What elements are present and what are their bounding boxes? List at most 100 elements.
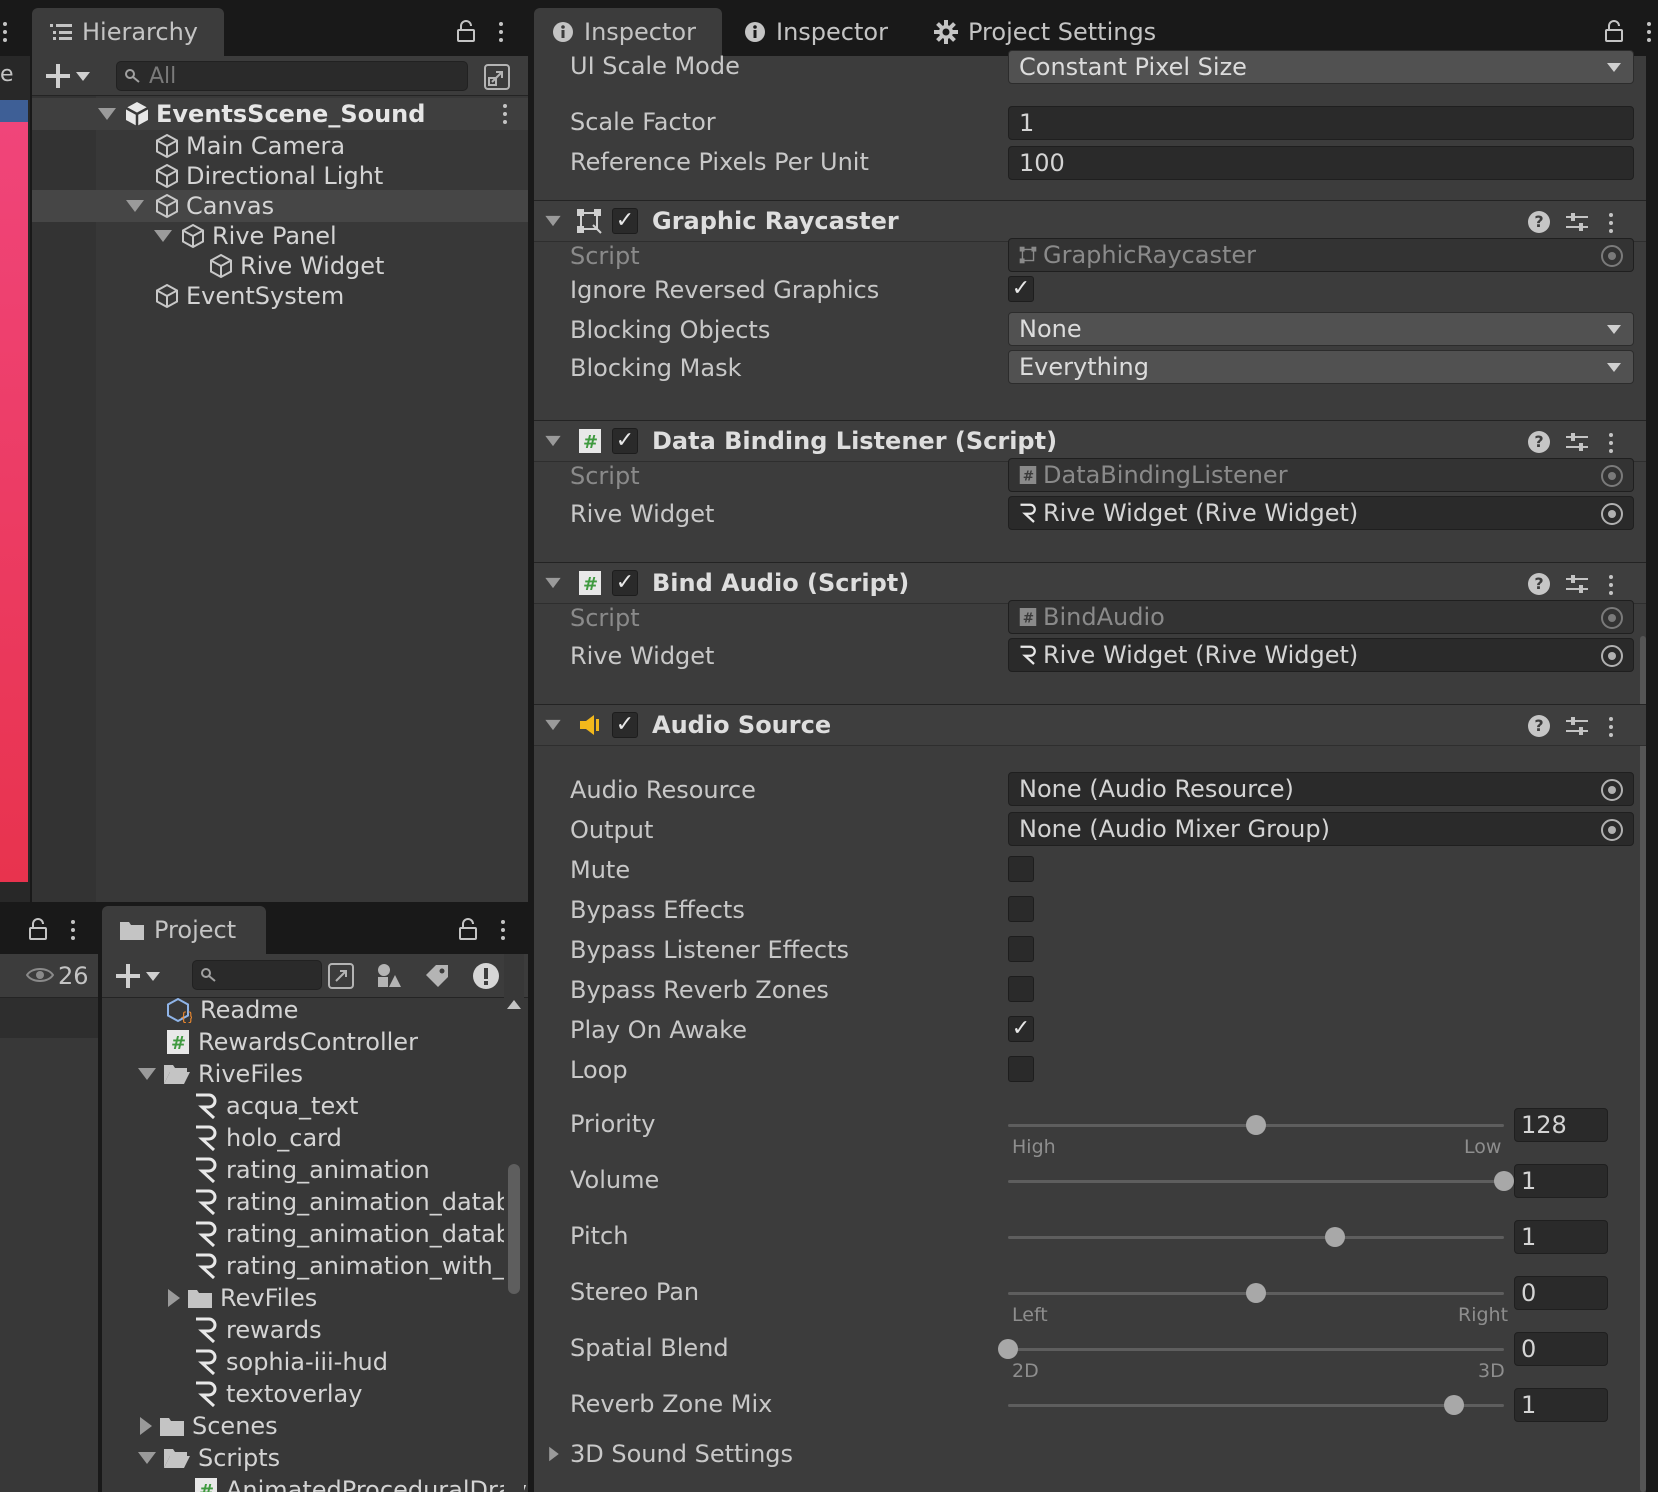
object-picker-icon[interactable] [1601,819,1623,841]
output-field[interactable]: None (Audio Mixer Group) [1008,812,1634,846]
hierarchy-item-directional-light[interactable]: Directional Light [32,160,528,192]
stereo-pan-slider[interactable] [1008,1283,1504,1303]
project-item-revfiles[interactable]: RevFiles [168,1282,317,1314]
stereo-pan-field[interactable]: 0 [1514,1276,1608,1310]
tab-inspector-2[interactable]: Inspector [726,8,906,56]
project-item-rating-animation[interactable]: rating_animation [194,1154,430,1186]
foldout-arrow-icon[interactable] [545,719,561,731]
hierarchy-item-eventsystem[interactable]: EventSystem [32,280,528,312]
3d-sound-settings-foldout[interactable]: 3D Sound Settings [548,1440,793,1468]
preset-icon[interactable] [1566,715,1588,737]
object-picker-icon[interactable] [1601,645,1623,667]
project-scrollbar-track[interactable] [504,954,524,1492]
collapsed-arrow-icon[interactable] [168,1289,180,1307]
play-on-awake-checkbox[interactable]: ✓ [1008,1016,1034,1042]
preset-icon[interactable] [1566,431,1588,453]
reverb-zone-mix-slider-knob[interactable] [1444,1395,1465,1415]
tab-project-settings[interactable]: Project Settings [916,8,1176,56]
pitch-slider-knob[interactable] [1325,1227,1346,1247]
lock-icon[interactable] [458,918,478,940]
spatial-blend-field[interactable]: 0 [1514,1332,1608,1366]
spatial-blend-slider[interactable] [998,1339,1504,1359]
pitch-field[interactable]: 1 [1514,1220,1608,1254]
project-item-animatedproceduraldraw[interactable]: # AnimatedProceduralDrav [194,1474,527,1492]
volume-slider[interactable] [1008,1171,1514,1191]
expand-arrow-icon[interactable] [126,200,144,212]
ba-widget-field[interactable]: Rive Widget (Rive Widget) [1008,638,1634,672]
bypass-effects-checkbox[interactable] [1008,896,1034,922]
help-icon[interactable]: ? [1528,715,1550,737]
audio-source-header[interactable]: ✓ Audio Source ? [534,704,1646,746]
reverb-zone-mix-field[interactable]: 1 [1514,1388,1608,1422]
loop-checkbox[interactable] [1008,1056,1034,1082]
reverb-zone-mix-slider[interactable] [1008,1395,1504,1415]
lock-icon[interactable] [28,918,48,940]
data-binding-header[interactable]: # ✓ Data Binding Listener (Script) ? [534,420,1646,462]
project-item-acqua-text[interactable]: acqua_text [194,1090,358,1122]
project-item-rating-animation-databinding-2[interactable]: rating_animation_databi [194,1218,518,1250]
help-icon[interactable]: ? [1528,573,1550,595]
blocking-objects-dropdown[interactable]: None [1008,312,1634,346]
collapsed-arrow-icon[interactable] [140,1417,152,1435]
add-icon[interactable] [46,64,70,88]
graphic-raycaster-header[interactable]: ✓ Graphic Raycaster ? [534,200,1646,242]
scene-menu-icon[interactable] [502,104,508,124]
scene-view-stub[interactable]: e [0,56,30,902]
tab-project[interactable]: Project [102,906,266,954]
mute-checkbox[interactable] [1008,856,1034,882]
stereo-pan-slider-knob[interactable] [1246,1283,1266,1303]
volume-field[interactable]: 1 [1514,1164,1608,1198]
inspector-menu-icon[interactable] [1646,22,1652,42]
inspector-scrollbar[interactable] [1640,636,1646,1492]
add-dropdown-chevron-icon[interactable] [76,72,90,81]
filter-by-label-icon[interactable] [424,963,450,989]
help-icon[interactable]: ? [1528,431,1550,453]
project-item-rewards[interactable]: rewards [194,1314,322,1346]
object-picker-icon[interactable] [1601,779,1623,801]
search-mode-icon[interactable] [484,64,510,90]
project-item-rating-animation-databinding-1[interactable]: rating_animation_databi [194,1186,518,1218]
bypass-reverb-zones-checkbox[interactable] [1008,976,1034,1002]
blocking-mask-dropdown[interactable]: Everything [1008,350,1634,384]
project-item-readme[interactable]: {} Readme [166,994,298,1026]
hierarchy-item-rive-widget[interactable]: Rive Widget [32,250,528,282]
project-item-sophia-iii-hud[interactable]: sophia-iii-hud [194,1346,388,1378]
project-item-rewardscontroller[interactable]: # RewardsController [166,1026,418,1058]
object-picker-icon[interactable] [1601,503,1623,525]
bind-audio-enabled-checkbox[interactable]: ✓ [612,570,638,596]
filter-by-type-icon[interactable] [376,963,402,989]
warning-filter-icon[interactable] [472,962,500,990]
preset-icon[interactable] [1566,211,1588,233]
foldout-arrow-icon[interactable] [545,577,561,589]
priority-field[interactable]: 128 [1514,1108,1608,1142]
volume-slider-knob[interactable] [1494,1171,1514,1191]
component-menu-icon[interactable] [1608,213,1614,233]
hierarchy-item-main-camera[interactable]: Main Camera [32,130,528,162]
expand-arrow-icon[interactable] [138,1452,156,1464]
console-menu-icon[interactable] [70,920,76,940]
spatial-blend-slider-knob[interactable] [998,1339,1018,1359]
scene-row[interactable]: EventsScene_Sound [32,98,528,130]
component-menu-icon[interactable] [1608,433,1614,453]
priority-slider[interactable] [1008,1115,1504,1135]
search-mode-icon[interactable] [328,963,354,989]
project-item-textoverlay[interactable]: textoverlay [194,1378,362,1410]
project-item-rating-animation-with-events[interactable]: rating_animation_with_e [194,1250,519,1282]
project-item-scenes[interactable]: Scenes [140,1410,278,1442]
scroll-up-arrow-icon[interactable] [507,1000,521,1009]
hierarchy-item-canvas[interactable]: Canvas [32,190,528,222]
inspector-lock-icon[interactable] [1604,20,1624,42]
ui-scale-mode-dropdown[interactable]: Constant Pixel Size [1008,50,1634,84]
project-item-rivefiles[interactable]: RiveFiles [138,1058,303,1090]
graphic-raycaster-enabled-checkbox[interactable]: ✓ [612,208,638,234]
bypass-listener-effects-checkbox[interactable] [1008,936,1034,962]
add-dropdown-chevron-icon[interactable] [146,972,160,981]
hierarchy-menu-icon[interactable] [498,22,504,42]
project-search-input[interactable] [192,960,322,990]
expand-arrow-icon[interactable] [98,108,116,120]
ignore-reversed-checkbox[interactable]: ✓ [1008,276,1034,302]
eye-icon[interactable] [26,966,54,984]
preset-icon[interactable] [1566,573,1588,595]
foldout-arrow-icon[interactable] [545,215,561,227]
tab-hierarchy[interactable]: Hierarchy [32,8,224,56]
